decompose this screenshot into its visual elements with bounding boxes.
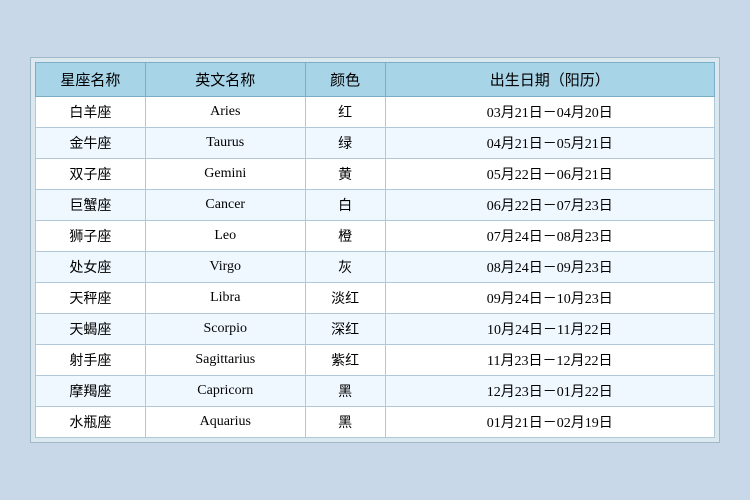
cell-english: Leo — [145, 221, 305, 252]
cell-english: Libra — [145, 283, 305, 314]
table-row: 水瓶座Aquarius黑01月21日－02月19日 — [36, 407, 715, 438]
table-body: 白羊座Aries红03月21日－04月20日金牛座Taurus绿04月21日－0… — [36, 97, 715, 438]
table-row: 白羊座Aries红03月21日－04月20日 — [36, 97, 715, 128]
cell-english: Gemini — [145, 159, 305, 190]
cell-date: 05月22日－06月21日 — [385, 159, 714, 190]
header-color: 颜色 — [305, 63, 385, 97]
cell-color: 深红 — [305, 314, 385, 345]
cell-english: Aquarius — [145, 407, 305, 438]
cell-date: 12月23日－01月22日 — [385, 376, 714, 407]
cell-chinese: 射手座 — [36, 345, 146, 376]
cell-color: 灰 — [305, 252, 385, 283]
cell-english: Virgo — [145, 252, 305, 283]
cell-date: 08月24日－09月23日 — [385, 252, 714, 283]
header-date: 出生日期（阳历） — [385, 63, 714, 97]
cell-date: 10月24日－11月22日 — [385, 314, 714, 345]
cell-english: Capricorn — [145, 376, 305, 407]
table-row: 巨蟹座Cancer白06月22日－07月23日 — [36, 190, 715, 221]
cell-english: Scorpio — [145, 314, 305, 345]
cell-chinese: 金牛座 — [36, 128, 146, 159]
cell-date: 01月21日－02月19日 — [385, 407, 714, 438]
zodiac-table-container: 星座名称 英文名称 颜色 出生日期（阳历） 白羊座Aries红03月21日－04… — [30, 57, 720, 443]
cell-color: 黄 — [305, 159, 385, 190]
cell-color: 淡红 — [305, 283, 385, 314]
cell-date: 11月23日－12月22日 — [385, 345, 714, 376]
cell-chinese: 白羊座 — [36, 97, 146, 128]
header-english: 英文名称 — [145, 63, 305, 97]
cell-color: 黑 — [305, 407, 385, 438]
table-row: 金牛座Taurus绿04月21日－05月21日 — [36, 128, 715, 159]
cell-english: Taurus — [145, 128, 305, 159]
cell-date: 07月24日－08月23日 — [385, 221, 714, 252]
table-row: 双子座Gemini黄05月22日－06月21日 — [36, 159, 715, 190]
cell-chinese: 双子座 — [36, 159, 146, 190]
cell-chinese: 摩羯座 — [36, 376, 146, 407]
cell-english: Sagittarius — [145, 345, 305, 376]
cell-color: 绿 — [305, 128, 385, 159]
header-chinese: 星座名称 — [36, 63, 146, 97]
cell-english: Aries — [145, 97, 305, 128]
cell-english: Cancer — [145, 190, 305, 221]
table-row: 狮子座Leo橙07月24日－08月23日 — [36, 221, 715, 252]
cell-date: 09月24日－10月23日 — [385, 283, 714, 314]
cell-color: 红 — [305, 97, 385, 128]
cell-chinese: 狮子座 — [36, 221, 146, 252]
cell-color: 橙 — [305, 221, 385, 252]
cell-date: 06月22日－07月23日 — [385, 190, 714, 221]
cell-date: 04月21日－05月21日 — [385, 128, 714, 159]
table-header-row: 星座名称 英文名称 颜色 出生日期（阳历） — [36, 63, 715, 97]
table-row: 天蝎座Scorpio深红10月24日－11月22日 — [36, 314, 715, 345]
cell-chinese: 处女座 — [36, 252, 146, 283]
cell-color: 白 — [305, 190, 385, 221]
cell-chinese: 水瓶座 — [36, 407, 146, 438]
table-row: 摩羯座Capricorn黑12月23日－01月22日 — [36, 376, 715, 407]
table-row: 射手座Sagittarius紫红11月23日－12月22日 — [36, 345, 715, 376]
cell-chinese: 天蝎座 — [36, 314, 146, 345]
table-row: 处女座Virgo灰08月24日－09月23日 — [36, 252, 715, 283]
zodiac-table: 星座名称 英文名称 颜色 出生日期（阳历） 白羊座Aries红03月21日－04… — [35, 62, 715, 438]
cell-color: 黑 — [305, 376, 385, 407]
table-row: 天秤座Libra淡红09月24日－10月23日 — [36, 283, 715, 314]
cell-date: 03月21日－04月20日 — [385, 97, 714, 128]
cell-chinese: 天秤座 — [36, 283, 146, 314]
cell-color: 紫红 — [305, 345, 385, 376]
cell-chinese: 巨蟹座 — [36, 190, 146, 221]
